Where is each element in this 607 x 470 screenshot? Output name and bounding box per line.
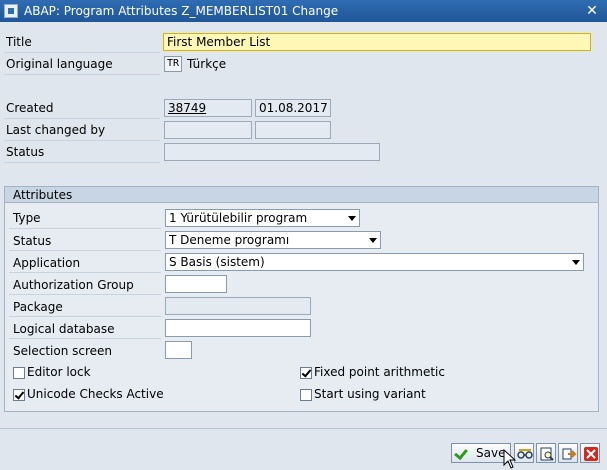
- divider: [4, 162, 160, 163]
- chevron-down-icon[interactable]: [369, 238, 377, 243]
- attributes-group-title: Attributes: [13, 188, 73, 202]
- divider: [9, 338, 161, 339]
- title-label: Title: [6, 35, 32, 49]
- status-field: [164, 143, 380, 161]
- fixed-point-checkbox[interactable]: [300, 367, 312, 379]
- authorization-group-input[interactable]: [165, 275, 227, 293]
- attributes-group: Attributes Type 1 Yürütülebilir program …: [4, 186, 599, 412]
- glasses-icon: [517, 449, 533, 459]
- chevron-down-icon[interactable]: [348, 216, 356, 221]
- title-input[interactable]: First Member List: [163, 33, 591, 51]
- authorization-group-label: Authorization Group: [13, 278, 134, 292]
- type-label: Type: [13, 211, 41, 225]
- transfer-icon: [562, 448, 577, 460]
- status-label: Status: [6, 145, 45, 159]
- editor-lock-label: Editor lock: [27, 365, 91, 379]
- application-dropdown[interactable]: S Basis (sistem): [165, 253, 584, 271]
- start-variant-label: Start using variant: [314, 387, 426, 401]
- created-by-value: 38749: [168, 101, 207, 115]
- save-button[interactable]: Save: [451, 443, 511, 463]
- created-on-field: 01.08.2017: [255, 99, 331, 117]
- divider: [4, 74, 160, 75]
- created-label: Created: [6, 101, 54, 115]
- package-label: Package: [13, 300, 63, 314]
- footer-divider: [0, 428, 607, 429]
- program-status-label: Status: [13, 234, 52, 248]
- logical-database-input[interactable]: [165, 319, 311, 337]
- close-icon[interactable]: ✕: [583, 2, 601, 20]
- language-name: Türkçe: [187, 57, 227, 71]
- divider: [4, 118, 160, 119]
- sap-window-icon: [4, 4, 18, 18]
- editor-lock-checkbox[interactable]: [13, 367, 25, 379]
- check-icon: [454, 445, 468, 461]
- package-field: [165, 297, 311, 315]
- original-language-label: Original language: [6, 57, 113, 71]
- type-value: 1 Yürütülebilir program: [169, 211, 308, 225]
- application-label: Application: [13, 256, 81, 270]
- selection-screen-input[interactable]: [165, 341, 192, 359]
- start-variant-checkbox[interactable]: [300, 389, 312, 401]
- unicode-checks-label: Unicode Checks Active: [27, 387, 164, 401]
- divider: [9, 250, 161, 251]
- created-by-field: 38749: [164, 99, 252, 117]
- selection-screen-label: Selection screen: [13, 344, 113, 358]
- logical-database-label: Logical database: [13, 322, 115, 336]
- cancel-icon: [584, 447, 598, 461]
- cancel-button[interactable]: [580, 443, 600, 463]
- language-code[interactable]: TR: [164, 56, 182, 72]
- type-dropdown[interactable]: 1 Yürütülebilir program: [165, 209, 360, 227]
- program-status-value: T Deneme programı: [169, 233, 290, 247]
- last-changed-on-field: [255, 121, 331, 139]
- divider: [9, 272, 161, 273]
- check-syntax-button[interactable]: [514, 443, 534, 463]
- mouse-cursor-icon: [503, 449, 517, 469]
- unicode-checks-checkbox[interactable]: [13, 389, 25, 401]
- divider: [4, 52, 160, 53]
- transfer-button[interactable]: [558, 443, 578, 463]
- divider: [9, 316, 161, 317]
- display-icon: [540, 447, 554, 461]
- display-object-button[interactable]: [536, 443, 556, 463]
- chevron-down-icon[interactable]: [572, 260, 580, 265]
- divider: [9, 228, 161, 229]
- attributes-group-header: Attributes: [5, 187, 598, 203]
- window-title: ABAP: Program Attributes Z_MEMBERLIST01 …: [24, 4, 339, 18]
- last-changed-label: Last changed by: [6, 123, 106, 137]
- divider: [9, 294, 161, 295]
- last-changed-by-field: [164, 121, 252, 139]
- application-value: S Basis (sistem): [169, 255, 265, 269]
- window-titlebar: ABAP: Program Attributes Z_MEMBERLIST01 …: [0, 0, 607, 22]
- program-status-dropdown[interactable]: T Deneme programı: [165, 231, 381, 249]
- save-label: Save: [476, 446, 506, 460]
- fixed-point-label: Fixed point arithmetic: [314, 365, 445, 379]
- divider: [4, 140, 160, 141]
